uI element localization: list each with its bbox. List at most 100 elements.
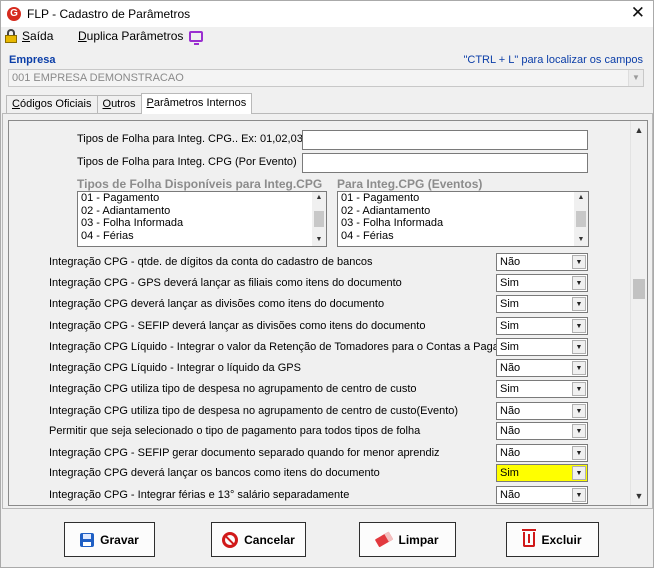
tab-panel-parametros-internos: Tipos de Folha para Integ. CPG.. Ex: 01,… <box>2 113 653 509</box>
menu-duplica-parametros[interactable]: Duplica Parâmetros <box>78 29 204 45</box>
list-item[interactable]: 04 - Férias <box>338 230 588 243</box>
tipos-folha-evento-input[interactable] <box>302 153 588 173</box>
eventos-listbox[interactable]: 01 - Pagamento 02 - Adiantamento 03 - Fo… <box>337 191 589 247</box>
param-select[interactable]: Não ▼ <box>496 402 588 420</box>
param-value: Não <box>500 405 521 417</box>
scroll-down-icon[interactable]: ▼ <box>312 234 326 246</box>
scroll-area: Tipos de Folha para Integ. CPG.. Ex: 01,… <box>8 120 648 506</box>
param-select[interactable]: Não ▼ <box>496 359 588 377</box>
param-select[interactable]: Sim ▼ <box>496 380 588 398</box>
scroll-down-icon[interactable]: ▼ <box>574 234 588 246</box>
empresa-label: Empresa <box>9 54 56 66</box>
scroll-thumb[interactable] <box>314 211 324 227</box>
title-bar: G FLP - Cadastro de Parâmetros ✕ <box>1 1 653 27</box>
tab-outros-label: utros <box>111 98 136 110</box>
tipos-folha-input[interactable] <box>302 130 588 150</box>
list-item[interactable]: 01 - Pagamento <box>78 192 326 205</box>
chevron-down-icon[interactable]: ▼ <box>572 424 586 438</box>
vertical-scrollbar[interactable]: ▲ ▼ <box>630 121 647 505</box>
app-logo-icon: G <box>7 7 21 21</box>
eraser-icon <box>375 531 394 548</box>
chevron-down-icon[interactable]: ▼ <box>572 276 586 290</box>
list-item[interactable]: 02 - Adiantamento <box>338 205 588 218</box>
param-label: Integração CPG deverá lançar as divisões… <box>49 298 385 310</box>
param-value: Sim <box>500 298 519 310</box>
param-value: Sim <box>500 277 519 289</box>
chevron-down-icon[interactable]: ▼ <box>572 297 586 311</box>
chevron-down-icon[interactable]: ▼ <box>572 255 586 269</box>
list-item[interactable]: 03 - Folha Informada <box>78 217 326 230</box>
chevron-down-icon[interactable]: ▼ <box>628 70 643 86</box>
param-value: Sim <box>500 467 519 479</box>
disponiveis-listbox[interactable]: 01 - Pagamento 02 - Adiantamento 03 - Fo… <box>77 191 327 247</box>
list-item[interactable]: 01 - Pagamento <box>338 192 588 205</box>
excluir-label: Excluir <box>541 532 582 547</box>
param-select[interactable]: Sim ▼ <box>496 464 588 482</box>
scroll-up-icon[interactable]: ▲ <box>574 192 588 204</box>
param-select[interactable]: Não ▼ <box>496 253 588 271</box>
param-select[interactable]: Não ▼ <box>496 422 588 440</box>
menu-duplica-mnemonic: D <box>78 29 87 43</box>
param-select[interactable]: Sim ▼ <box>496 274 588 292</box>
param-row-retencao-tomadores: Integração CPG Líquido - Integrar o valo… <box>49 338 592 359</box>
excluir-button[interactable]: Excluir <box>506 522 599 557</box>
chevron-down-icon[interactable]: ▼ <box>572 404 586 418</box>
param-value: Não <box>500 362 521 374</box>
param-select[interactable]: Não ▼ <box>496 486 588 504</box>
menu-bar: Saída Duplica Parâmetros <box>1 27 653 49</box>
param-row-divisoes: Integração CPG deverá lançar as divisões… <box>49 295 592 316</box>
param-label: Integração CPG - GPS deverá lançar as fi… <box>49 277 402 289</box>
param-label: Integração CPG Líquido - Integrar o valo… <box>49 341 503 353</box>
chevron-down-icon[interactable]: ▼ <box>572 340 586 354</box>
chevron-down-icon[interactable]: ▼ <box>572 319 586 333</box>
tab-codigos-oficiais[interactable]: Códigos Oficiais <box>6 95 98 114</box>
chevron-down-icon[interactable]: ▼ <box>572 446 586 460</box>
scroll-thumb[interactable] <box>576 211 586 227</box>
chevron-down-icon[interactable]: ▼ <box>572 361 586 375</box>
cancelar-button[interactable]: Cancelar <box>211 522 306 557</box>
gravar-label: Gravar <box>100 532 139 547</box>
scroll-up-icon[interactable]: ▲ <box>312 192 326 204</box>
param-select[interactable]: Sim ▼ <box>496 317 588 335</box>
search-hint: "CTRL + L" para localizar os campos <box>463 54 643 66</box>
tipos-folha-label: Tipos de Folha para Integ. CPG.. Ex: 01,… <box>77 133 303 145</box>
param-row-sefip-divisoes: Integração CPG - SEFIP deverá lançar as … <box>49 317 592 338</box>
scroll-thumb[interactable] <box>633 279 645 299</box>
param-label: Integração CPG utiliza tipo de despesa n… <box>49 383 417 395</box>
param-label: Integração CPG utiliza tipo de despesa n… <box>49 405 459 417</box>
cancelar-label: Cancelar <box>244 532 295 547</box>
chevron-down-icon[interactable]: ▼ <box>572 382 586 396</box>
limpar-label: Limpar <box>398 532 439 547</box>
param-value: Sim <box>500 383 519 395</box>
cancel-icon <box>222 531 239 548</box>
main-window: G FLP - Cadastro de Parâmetros ✕ Saída D… <box>0 0 654 568</box>
close-button[interactable]: ✕ <box>631 4 645 22</box>
list-item[interactable]: 03 - Folha Informada <box>338 217 588 230</box>
tab-internos-label: arâmetros Internos <box>153 97 247 109</box>
param-select[interactable]: Sim ▼ <box>496 338 588 356</box>
chevron-down-icon[interactable]: ▼ <box>572 488 586 502</box>
menu-saida[interactable]: Saída <box>5 29 53 43</box>
empresa-select[interactable]: 001 EMPRESA DEMONSTRACAO ▼ <box>8 69 644 87</box>
param-select[interactable]: Sim ▼ <box>496 295 588 313</box>
param-value: Sim <box>500 320 519 332</box>
param-label: Integração CPG - SEFIP deverá lançar as … <box>49 320 426 332</box>
limpar-button[interactable]: Limpar <box>359 522 456 557</box>
chevron-down-icon[interactable]: ▼ <box>572 466 586 480</box>
list-item[interactable]: 04 - Férias <box>78 230 326 243</box>
scroll-down-icon[interactable]: ▼ <box>631 488 647 504</box>
tab-outros[interactable]: Outros <box>96 95 142 114</box>
param-value: Não <box>500 256 521 268</box>
gravar-button[interactable]: Gravar <box>64 522 155 557</box>
list-item[interactable]: 02 - Adiantamento <box>78 205 326 218</box>
scroll-up-icon[interactable]: ▲ <box>631 122 647 138</box>
floppy-disk-icon <box>80 532 95 547</box>
param-row-tipo-pagamento: Permitir que seja selecionado o tipo de … <box>49 422 592 443</box>
disponiveis-title: Tipos de Folha Disponíveis para Integ.CP… <box>77 177 323 191</box>
param-select[interactable]: Não ▼ <box>496 444 588 462</box>
tab-parametros-internos[interactable]: Parâmetros Internos <box>140 93 253 114</box>
param-label: Integração CPG - qtde. de dígitos da con… <box>49 256 373 268</box>
eventos-title: Para Integ.CPG (Eventos) <box>337 177 483 191</box>
listbox-scrollbar[interactable]: ▲ ▼ <box>574 192 588 246</box>
listbox-scrollbar[interactable]: ▲ ▼ <box>312 192 326 246</box>
